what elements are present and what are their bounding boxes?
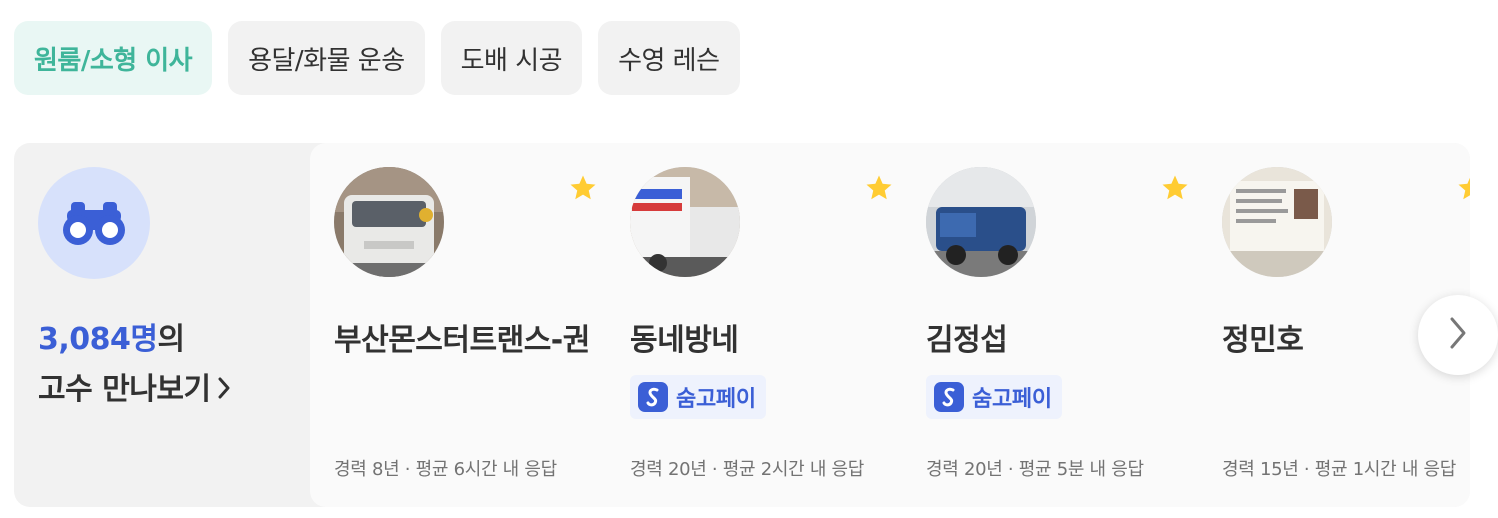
pro-avatar [630,167,740,277]
chevron-right-icon [1448,316,1468,354]
tab-swimming-lesson[interactable]: 수영 레슨 [598,21,740,95]
pro-carousel-panel: 3,084명의 고수 만나보기 부산몬스터트랜스-권 경력 8년 · 평균 6시… [14,143,1470,507]
meet-pros-link[interactable]: 고수 만나보기 [38,372,211,407]
pro-response-time: 평균 6시간 내 응답 [415,459,558,480]
pro-count-suffix: 의 [157,322,186,357]
star-icon [1456,173,1470,209]
carousel-next-button[interactable] [1418,295,1498,375]
intro-text: 3,084명의 고수 만나보기 [38,315,231,416]
binoculars-icon [38,167,150,279]
pro-career: 경력 8년 [334,459,400,480]
soomgo-pay-icon [934,382,964,412]
pro-name: 동네방네 [630,323,739,358]
star-icon [1160,173,1196,209]
pro-response-time: 평균 5분 내 응답 [1018,459,1144,480]
pro-name: 김정섭 [926,323,1008,358]
soomgo-pay-badge: 숨고페이 [926,375,1062,419]
pro-meta: 경력 15년 · 평균 1시간 내 응답 [1222,459,1457,480]
pro-avatar [926,167,1036,277]
pro-meta: 경력 20년 · 평균 2시간 내 응답 [630,459,865,480]
soomgo-pay-label: 숨고페이 [972,387,1052,412]
intro-block[interactable]: 3,084명의 고수 만나보기 [14,143,310,507]
pro-cards-list: 부산몬스터트랜스-권 경력 8년 · 평균 6시간 내 응답 동네방네 숨고페이… [310,143,1470,507]
pro-career: 경력 20년 [630,459,707,480]
soomgo-pay-badge: 숨고페이 [630,375,766,419]
pro-name: 정민호 [1222,323,1304,358]
pro-card[interactable]: 김정섭 숨고페이 경력 20년 · 평균 5분 내 응답 [902,143,1198,507]
pro-meta: 경력 8년 · 평균 6시간 내 응답 [334,459,558,480]
tab-truck-delivery[interactable]: 용달/화물 운송 [228,21,425,95]
tab-studio-moving[interactable]: 원룸/소형 이사 [14,21,213,95]
pro-avatar [1222,167,1332,277]
star-icon [864,173,900,209]
category-tabs: 원룸/소형 이사 용달/화물 운송 도배 시공 수영 레슨 [14,21,740,95]
star-icon [568,173,604,209]
pro-card[interactable]: 동네방네 숨고페이 경력 20년 · 평균 2시간 내 응답 [606,143,902,507]
pro-name: 부산몬스터트랜스-권 [334,323,590,358]
chevron-right-icon [217,366,231,416]
pro-career: 경력 20년 [926,459,1003,480]
pro-response-time: 평균 2시간 내 응답 [722,459,865,480]
pro-avatar [334,167,444,277]
pro-response-time: 평균 1시간 내 응답 [1314,459,1457,480]
soomgo-pay-label: 숨고페이 [676,387,756,412]
pro-meta: 경력 20년 · 평균 5분 내 응답 [926,459,1144,480]
pro-count: 3,084명 [38,322,158,357]
pro-card[interactable]: 부산몬스터트랜스-권 경력 8년 · 평균 6시간 내 응답 [310,143,606,507]
soomgo-pay-icon [638,382,668,412]
pro-career: 경력 15년 [1222,459,1299,480]
tab-wallpaper[interactable]: 도배 시공 [440,21,583,95]
